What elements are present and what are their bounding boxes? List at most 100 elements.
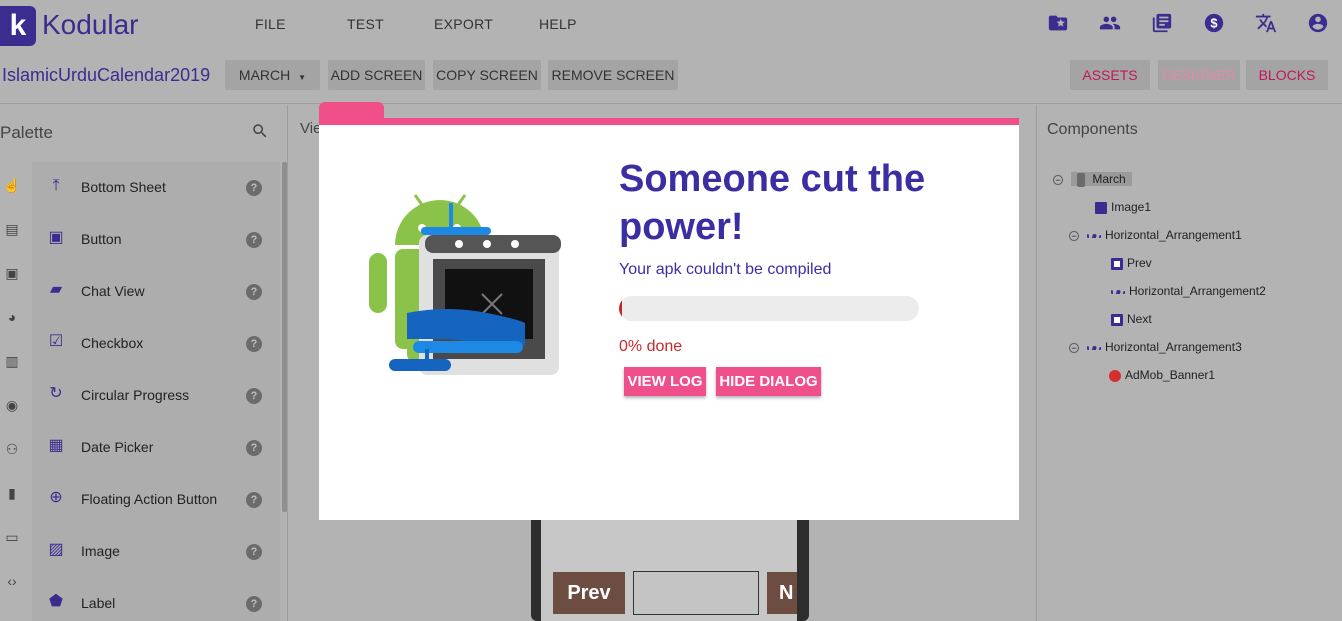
app-name: Kodular [42, 9, 139, 40]
touch-icon[interactable]: ☝ [2, 177, 22, 197]
palette-item-label: Checkbox [81, 335, 144, 351]
horizontal-arrangement[interactable] [633, 571, 759, 615]
collapse-icon[interactable]: − [1053, 174, 1063, 185]
tree-item-prev[interactable]: Prev [1111, 253, 1152, 273]
palette-item-label: Bottom Sheet [81, 179, 166, 195]
tree-item-selected: March [1071, 172, 1132, 187]
dollar-icon[interactable]: $ [1201, 12, 1227, 38]
palette-item-label: Chat View [81, 283, 145, 299]
help-icon[interactable]: ? [246, 544, 262, 560]
palette-item-checkbox[interactable]: ☑ Checkbox ? [32, 318, 280, 370]
menu-test[interactable]: TEST [347, 16, 384, 32]
blocks-button[interactable]: BLOCKS [1246, 60, 1328, 90]
palette-title: Palette [0, 123, 53, 142]
horizontal-arrangement-icon [1087, 345, 1101, 350]
menu-export[interactable]: EXPORT [434, 16, 493, 32]
kodular-logo: k [0, 6, 36, 46]
tree-item-horizontal-arrangement1[interactable]: − Horizontal_Arrangement1 [1069, 225, 1242, 245]
help-icon[interactable]: ? [246, 596, 262, 612]
build-progress-fill [619, 296, 622, 321]
menu-help[interactable]: HELP [539, 16, 577, 32]
assets-button[interactable]: ASSETS [1070, 60, 1150, 90]
translate-icon[interactable] [1253, 12, 1279, 38]
remove-screen-button[interactable]: REMOVE SCREEN [548, 60, 678, 90]
dialog-tab-accent [319, 102, 384, 118]
admob-icon [1109, 369, 1121, 382]
help-icon[interactable]: ? [246, 180, 262, 196]
compass-icon[interactable]: ◉ [2, 397, 22, 417]
hide-dialog-button[interactable]: HIDE DIALOG [716, 367, 821, 396]
build-error-dialog: Someone cut the power! Your apk couldn't… [319, 118, 1019, 520]
top-app-bar: k Kodular FILE TEST EXPORT HELP $ [0, 0, 1342, 52]
palette-item-label: Floating Action Button [81, 491, 218, 507]
palette-item-label: Date Picker [81, 439, 154, 455]
copy-screen-button[interactable]: COPY SCREEN [433, 60, 541, 90]
help-icon[interactable]: ? [246, 232, 262, 248]
help-icon[interactable]: ? [246, 388, 262, 404]
prev-button[interactable]: Prev [553, 572, 625, 614]
document-icon[interactable]: ▮ [2, 485, 22, 505]
chat-icon: ▰ [49, 281, 63, 298]
dropdown-arrow-icon: ▼ [298, 73, 307, 82]
image-icon: ▨ [48, 541, 64, 558]
collapse-icon[interactable]: − [1069, 230, 1079, 241]
phone-icon [1077, 172, 1085, 187]
tree-item-label: Next [1127, 312, 1152, 326]
menu-file[interactable]: FILE [255, 16, 286, 32]
collapse-icon[interactable]: − [1069, 342, 1079, 353]
help-icon[interactable]: ? [246, 440, 262, 456]
palette-panel: Palette ☝ ▤ ▣ ◕ ▥ ◉ ⚇ ▮ ▭ ‹› ⤒ Bottom Sh… [0, 105, 288, 621]
button-icon [1111, 257, 1123, 270]
tree-item-label: Prev [1127, 256, 1152, 270]
button-icon: ▣ [48, 229, 64, 246]
palette-icon[interactable]: ◕ [2, 309, 22, 329]
checkbox-icon: ☑ [48, 333, 64, 350]
tree-item-label: Horizontal_Arrangement2 [1129, 284, 1266, 298]
tree-item-label: Horizontal_Arrangement3 [1105, 340, 1242, 354]
folder-star-icon[interactable] [1045, 12, 1071, 38]
designer-button[interactable]: DESIGNER [1158, 60, 1240, 90]
code-icon[interactable]: ‹› [2, 573, 22, 593]
library-icon[interactable] [1149, 12, 1175, 38]
palette-item-floating-action-button[interactable]: ⊕ Floating Action Button ? [32, 474, 280, 526]
add-screen-button[interactable]: ADD SCREEN [328, 60, 425, 90]
screen-select-label: MARCH [238, 67, 291, 83]
palette-item-label: Circular Progress [81, 387, 190, 403]
next-button[interactable]: N [767, 572, 797, 614]
account-icon[interactable] [1305, 12, 1331, 38]
help-icon[interactable]: ? [246, 336, 262, 352]
social-icon[interactable]: ⚇ [2, 441, 22, 461]
view-log-button[interactable]: VIEW LOG [624, 367, 706, 396]
storage-icon[interactable]: ▤ [2, 221, 22, 241]
help-icon[interactable]: ? [246, 284, 262, 300]
palette-item-label[interactable]: ⬟ Label ? [32, 578, 280, 621]
horizontal-arrangement-icon [1087, 233, 1101, 238]
palette-item-label: Image [81, 543, 120, 559]
tree-item-horizontal-arrangement3[interactable]: − Horizontal_Arrangement3 [1069, 337, 1242, 357]
tree-item-image1[interactable]: Image1 [1095, 197, 1151, 217]
image-icon [1095, 201, 1107, 214]
add-circle-icon: ⊕ [49, 489, 63, 506]
tree-item-label: Image1 [1111, 200, 1152, 214]
tree-item-next[interactable]: Next [1111, 309, 1152, 329]
screen-select[interactable]: MARCH ▼ [225, 60, 320, 90]
palette-item-button[interactable]: ▣ Button ? [32, 214, 280, 266]
media-icon[interactable]: ▣ [2, 265, 22, 285]
tree-item-horizontal-arrangement2[interactable]: Horizontal_Arrangement2 [1111, 281, 1266, 301]
map-icon[interactable]: ▥ [2, 353, 22, 373]
palette-scrollbar[interactable] [282, 162, 287, 512]
svg-text:$: $ [1210, 16, 1217, 31]
palette-item-circular-progress[interactable]: ↻ Circular Progress ? [32, 370, 280, 422]
palette-item-bottom-sheet[interactable]: ⤒ Bottom Sheet ? [32, 162, 280, 214]
search-icon[interactable] [251, 122, 269, 145]
tree-item-march[interactable]: − March [1053, 169, 1132, 189]
devices-icon[interactable]: ▭ [2, 529, 22, 549]
dialog-title: Someone cut the power! [619, 158, 926, 248]
label-icon: ⬟ [49, 593, 63, 610]
palette-item-chat-view[interactable]: ▰ Chat View ? [32, 266, 280, 318]
help-icon[interactable]: ? [246, 492, 262, 508]
people-icon[interactable] [1097, 12, 1123, 38]
palette-item-date-picker[interactable]: ▦ Date Picker ? [32, 422, 280, 474]
palette-item-image[interactable]: ▨ Image ? [32, 526, 280, 578]
tree-item-admob-banner1[interactable]: AdMob_Banner1 [1109, 365, 1215, 385]
